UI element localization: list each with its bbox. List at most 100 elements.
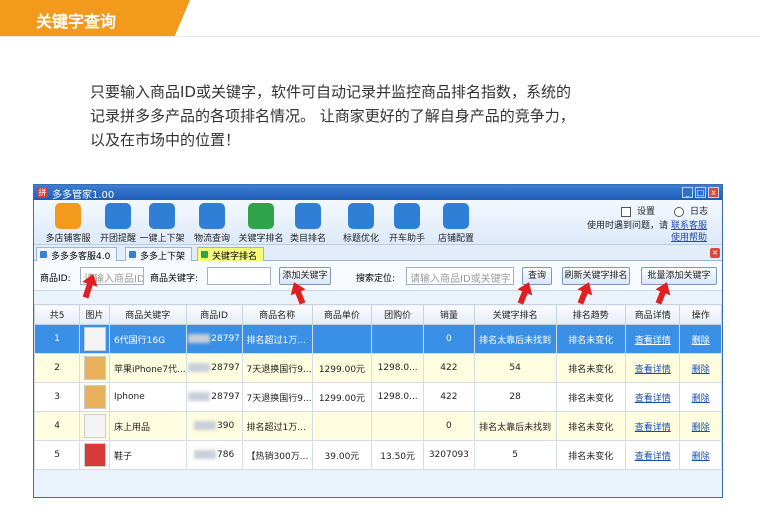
- locate-input[interactable]: 请输入商品ID或关键字: [406, 267, 514, 285]
- tab-close-icon[interactable]: ×: [710, 248, 720, 258]
- view-detail-link[interactable]: 查看详情: [624, 324, 681, 354]
- tab-icon: [201, 251, 208, 258]
- row-trend: 排名未变化: [555, 411, 626, 441]
- row-number: 2: [34, 353, 81, 383]
- locate-label: 搜索定位:: [356, 274, 396, 284]
- title-bar: 拼 多多管家1.00 _ □ x: [34, 185, 722, 201]
- product-image: [83, 414, 106, 438]
- bar-chart-icon: [248, 203, 274, 229]
- tab-listing[interactable]: 多多上下架: [125, 247, 193, 262]
- product-image: [83, 327, 106, 351]
- keyword-table: 共5 图片 商品关键字 商品ID 商品名称 商品单价 团购价 销量 关键字排名 排名趋势 商品详情操…: [34, 304, 722, 470]
- batch-add-keyword-button[interactable]: 批量添加关键字: [641, 267, 717, 285]
- app-logo-icon: 拼: [37, 187, 48, 198]
- intro-line: 以及在市场中的位置！: [90, 131, 241, 149]
- row-keyword: Iphone: [108, 382, 187, 412]
- column-header[interactable]: 关键字排名: [473, 304, 557, 325]
- tab-multi-service[interactable]: 多多多客服4.0: [36, 247, 118, 262]
- group-icon: [105, 203, 131, 229]
- column-header[interactable]: 图片: [79, 304, 110, 325]
- row-product-id: 390: [185, 411, 243, 441]
- row-group-price: 1298.0...: [371, 353, 424, 383]
- intro-line: 记录拼多多产品的各项排名情况。 让商家更好的了解自身产品的竞争力，: [90, 107, 575, 125]
- product-thumbnail: [79, 411, 110, 441]
- column-header[interactable]: 商品ID: [185, 304, 243, 325]
- column-header[interactable]: 共5: [34, 304, 81, 325]
- row-product-name: 【热销300万...: [241, 440, 313, 470]
- delete-link[interactable]: 删除: [679, 411, 722, 441]
- row-trend: 排名未变化: [555, 382, 626, 412]
- product-thumbnail: [79, 353, 110, 383]
- row-sales: 0: [423, 411, 475, 441]
- close-button[interactable]: x: [708, 187, 719, 198]
- view-detail-link[interactable]: 查看详情: [624, 382, 681, 412]
- truck-icon: [199, 203, 225, 229]
- column-header[interactable]: 商品名称: [241, 304, 313, 325]
- delete-link[interactable]: 删除: [679, 353, 722, 383]
- car-icon: [394, 203, 420, 229]
- window-title: 多多管家1.00: [52, 190, 115, 201]
- row-price: 39.00元: [311, 440, 373, 470]
- maximize-button[interactable]: □: [695, 187, 706, 198]
- avatar-icon: [55, 203, 81, 229]
- log-icon: [674, 206, 684, 217]
- product-id-label: 商品ID:: [40, 274, 71, 284]
- keyword-input[interactable]: [207, 267, 271, 285]
- row-product-id: 786: [185, 440, 243, 470]
- row-keyword-rank: 5: [473, 440, 557, 470]
- column-header[interactable]: 操作: [679, 304, 722, 325]
- table-row[interactable]: 1 6代国行16G 28797 排名超过1万... 0 排名太靠后未找到 排名未变化 查看详情…: [34, 324, 722, 354]
- column-header[interactable]: 商品详情: [624, 304, 681, 325]
- row-group-price: [371, 324, 424, 354]
- tab-keyword-rank[interactable]: 关键字排名: [197, 247, 265, 262]
- column-header[interactable]: 排名趋势: [555, 304, 626, 325]
- column-header[interactable]: 商品关键字: [108, 304, 187, 325]
- table-row[interactable]: 3 Iphone 28797 7天退换国行9... 1299.00元 1298.0... 4…: [34, 382, 722, 412]
- column-header[interactable]: 团购价: [371, 304, 424, 325]
- usage-help-link[interactable]: 使用帮助: [671, 230, 707, 243]
- row-number: 3: [34, 382, 81, 412]
- row-sales: 422: [423, 382, 475, 412]
- delete-link[interactable]: 删除: [679, 324, 722, 354]
- row-group-price: [371, 411, 424, 441]
- row-sales: 0: [423, 324, 475, 354]
- view-detail-link[interactable]: 查看详情: [624, 440, 681, 470]
- minimize-button[interactable]: _: [682, 187, 693, 198]
- row-sales: 3207093: [423, 440, 475, 470]
- settings-icon: [621, 206, 631, 217]
- view-detail-link[interactable]: 查看详情: [624, 411, 681, 441]
- redacted-id: [194, 421, 216, 430]
- divider: [0, 36, 760, 37]
- main-toolbar: 设置 日志 使用时遇到问题，请 联系客服 使用帮助 多店铺客服 开团提醒 一键上下架…: [34, 200, 722, 245]
- column-header[interactable]: 商品单价: [311, 304, 373, 325]
- add-keyword-button[interactable]: 添加关键字: [279, 267, 331, 285]
- redacted-id: [194, 450, 216, 459]
- toolbar-search-button[interactable]: 类目排名: [278, 203, 338, 244]
- row-product-name: 7天退换国行9...: [241, 353, 313, 383]
- table-row[interactable]: 5 鞋子 786 【热销300万... 39.00元 13.50元 3207093 5 排名未变…: [34, 440, 722, 470]
- banner-title: 关键字查询: [36, 12, 117, 31]
- row-trend: 排名未变化: [555, 353, 626, 383]
- delete-link[interactable]: 删除: [679, 382, 722, 412]
- toolbar-label: 类目排名: [289, 234, 326, 244]
- log-button[interactable]: 日志: [674, 204, 708, 217]
- table-row[interactable]: 2 苹果iPhone7代... 28797 7天退换国行9... 1299.00元 129…: [34, 353, 722, 383]
- delete-link[interactable]: 删除: [679, 440, 722, 470]
- redacted-id: [188, 334, 211, 343]
- intro-paragraph: 只要输入商品ID或关键字，软件可自动记录并监控商品排名指数，系统的 记录拼多多产…: [90, 80, 670, 152]
- column-header[interactable]: 销量: [423, 304, 475, 325]
- toolbar-gear-button[interactable]: 店铺配置: [426, 203, 486, 244]
- settings-button[interactable]: 设置: [621, 204, 655, 217]
- row-trend: 排名未变化: [555, 440, 626, 470]
- row-keyword-rank: 54: [473, 353, 557, 383]
- row-product-name: 排名超过1万...: [241, 411, 313, 441]
- product-image: [83, 443, 106, 467]
- pencil-icon: [348, 203, 374, 229]
- refresh-rank-button[interactable]: 刷新关键字排名: [562, 267, 630, 285]
- row-product-name: 排名超过1万...: [241, 324, 313, 354]
- view-detail-link[interactable]: 查看详情: [624, 353, 681, 383]
- table-row[interactable]: 4 床上用品 390 排名超过1万... 0 排名太靠后未找到 排名未变化 查看详情 删除: [34, 411, 722, 441]
- row-group-price: 13.50元: [371, 440, 424, 470]
- row-sales: 422: [423, 353, 475, 383]
- redacted-id: [188, 392, 211, 401]
